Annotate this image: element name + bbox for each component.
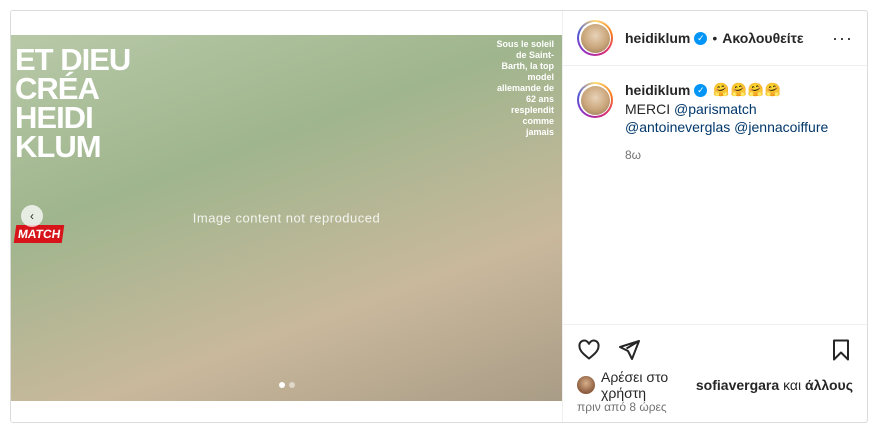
mention-link[interactable]: @parismatch bbox=[674, 101, 757, 117]
carousel-dot bbox=[278, 382, 285, 388]
avatar-image bbox=[580, 85, 610, 115]
post-sidebar: heidiklum ✓ • Ακολουθείτε ··· heidiklum … bbox=[562, 11, 867, 422]
post-photo-placeholder: Image content not reproduced ET DIEU CRÉ… bbox=[11, 35, 562, 401]
caption-username[interactable]: heidiklum bbox=[625, 82, 690, 98]
mention-link[interactable]: @antoineverglas bbox=[625, 119, 730, 135]
mention-link[interactable]: @jennacoiffure bbox=[734, 119, 828, 135]
caption-age: 8ω bbox=[625, 148, 642, 162]
magazine-headline: ET DIEU CRÉA HEIDI KLUM bbox=[15, 42, 131, 164]
caption-emojis: 🤗🤗🤗🤗 bbox=[713, 82, 783, 97]
post-timestamp: πριν από 8 ώρες bbox=[577, 400, 667, 414]
likes-summary: Αρέσει στο χρήστη sofiavergara και άλλου… bbox=[563, 369, 867, 401]
verified-icon: ✓ bbox=[694, 31, 708, 45]
action-bar bbox=[563, 324, 867, 374]
magazine-caption: Sous le soleil de Saint-Barth, la top mo… bbox=[496, 39, 554, 137]
comments-section: heidiklum ✓ 🤗🤗🤗🤗 MERCI @parismatch @anto… bbox=[563, 66, 867, 324]
verified-icon: ✓ bbox=[694, 83, 708, 97]
carousel-dots bbox=[11, 382, 562, 388]
heart-icon[interactable] bbox=[577, 338, 601, 362]
magazine-logo: MATCH bbox=[13, 225, 65, 243]
header-username[interactable]: heidiklum bbox=[625, 30, 690, 46]
carousel-prev-button[interactable]: ‹ bbox=[21, 205, 43, 227]
caption-row: heidiklum ✓ 🤗🤗🤗🤗 MERCI @parismatch @anto… bbox=[577, 82, 853, 162]
likes-connector: και bbox=[783, 377, 802, 393]
liker-avatar[interactable] bbox=[577, 376, 595, 394]
post-header: heidiklum ✓ • Ακολουθείτε ··· bbox=[563, 11, 867, 66]
instagram-post: Image content not reproduced ET DIEU CRÉ… bbox=[10, 10, 868, 423]
liker-username[interactable]: sofiavergara bbox=[696, 377, 779, 393]
send-icon[interactable] bbox=[617, 338, 641, 362]
caption-text: MERCI @parismatch @antoineverglas @jenna… bbox=[625, 100, 853, 136]
carousel-dot bbox=[288, 382, 295, 388]
caption-prefix: MERCI bbox=[625, 101, 671, 117]
chevron-left-icon: ‹ bbox=[30, 209, 34, 223]
avatar-image bbox=[580, 23, 610, 53]
follow-status-button[interactable]: Ακολουθείτε bbox=[722, 30, 803, 46]
header-separator: • bbox=[712, 30, 718, 46]
placeholder-label: Image content not reproduced bbox=[192, 210, 381, 226]
avatar[interactable] bbox=[577, 20, 613, 56]
caption-avatar[interactable] bbox=[577, 82, 613, 118]
likes-others-link[interactable]: άλλους bbox=[805, 377, 853, 393]
post-media: Image content not reproduced ET DIEU CRÉ… bbox=[11, 11, 562, 422]
bookmark-icon[interactable] bbox=[829, 338, 853, 362]
more-options-button[interactable]: ··· bbox=[832, 29, 853, 47]
